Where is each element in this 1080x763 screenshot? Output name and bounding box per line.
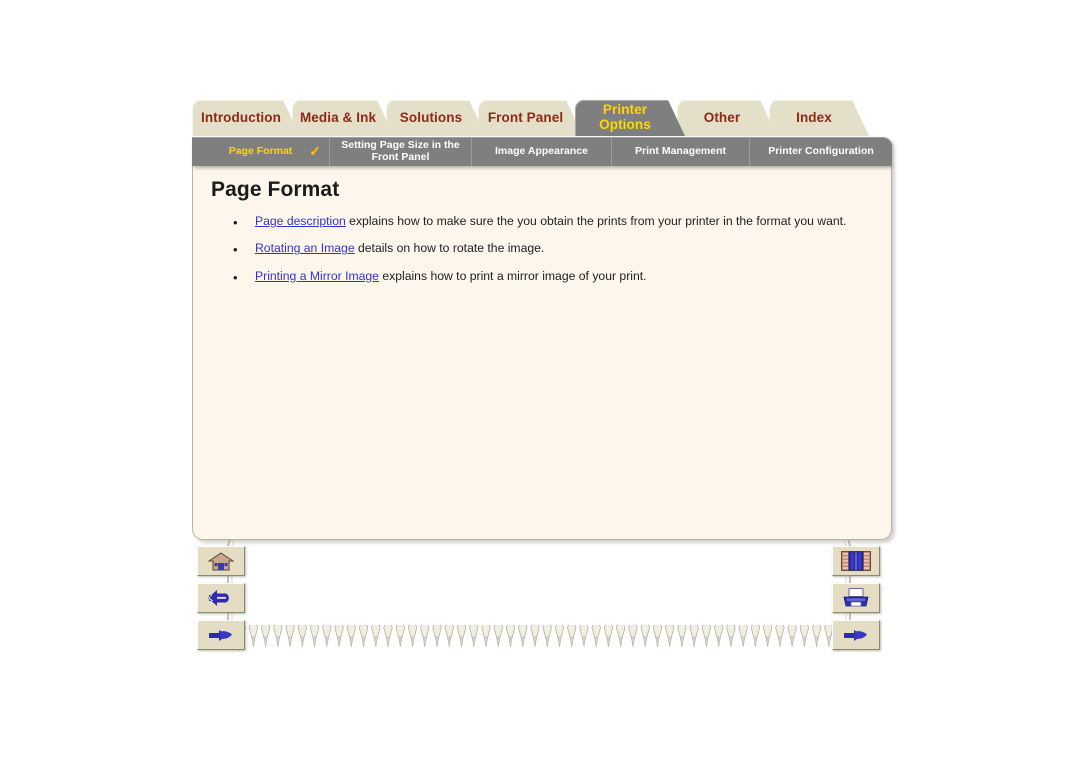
spiral-binding: [236, 625, 834, 648]
tab-solutions[interactable]: Solutions: [386, 100, 486, 136]
bullet-icon: •: [233, 269, 238, 285]
tab-introduction[interactable]: Introduction: [192, 100, 300, 136]
next-button[interactable]: [197, 620, 245, 650]
list-item-text: explains how to make sure the you obtain…: [345, 214, 847, 228]
forward-button[interactable]: [832, 620, 880, 650]
bookshelf-icon: [841, 551, 871, 571]
tab-label: Other: [703, 109, 741, 125]
tab-label: Front Panel: [487, 109, 564, 125]
right-button-column: [832, 546, 880, 657]
subnav-item-printer-configuration[interactable]: Printer Configuration: [750, 138, 892, 166]
list-item-text: explains how to print a mirror image of …: [378, 268, 647, 283]
bullet-icon: •: [233, 242, 238, 258]
subnav-item-page-format[interactable]: Page Format ✓: [192, 138, 330, 166]
tab-label: Introduction: [201, 109, 281, 125]
tab-front-panel[interactable]: Front Panel: [478, 100, 583, 136]
content-page: Page Format • Page description explains …: [192, 165, 892, 540]
pointing-hand-icon: [843, 629, 867, 641]
left-button-column: [197, 546, 245, 657]
page-title: Page Format: [211, 178, 340, 201]
print-button[interactable]: [832, 583, 880, 613]
tab-label: Solutions: [399, 109, 463, 125]
library-button[interactable]: [832, 546, 880, 576]
list-item: • Rotating an Image details on how to ro…: [193, 241, 891, 258]
printer-icon: [843, 588, 869, 607]
primary-tab-bar: Introduction Media & Ink Solutions Front…: [180, 96, 900, 138]
list-item-text: details on how to rotate the image.: [354, 241, 545, 256]
subnav-item-image-appearance[interactable]: Image Appearance: [472, 138, 612, 166]
subnav-item-label: Printer Configuration: [768, 145, 874, 158]
back-arrow-icon: [208, 590, 229, 606]
link-page-description[interactable]: Page description: [255, 214, 346, 228]
subnav-item-label: Image Appearance: [495, 145, 588, 158]
home-icon: [208, 551, 234, 570]
bullet-icon: •: [233, 215, 238, 230]
subnav-item-setting-page-size[interactable]: Setting Page Size in the Front Panel: [330, 138, 472, 166]
tab-label: Printer Options: [599, 102, 651, 132]
help-viewer: Introduction Media & Ink Solutions Front…: [180, 96, 900, 666]
home-button[interactable]: [197, 546, 245, 576]
link-rotating-an-image[interactable]: Rotating an Image: [255, 241, 355, 255]
tab-label: Index: [796, 109, 832, 125]
tab-label: Media & Ink: [299, 109, 377, 125]
link-printing-a-mirror-image[interactable]: Printing a Mirror Image: [255, 269, 379, 283]
pointing-hand-icon: [208, 629, 232, 641]
back-button[interactable]: [197, 583, 245, 613]
sub-navigation-bar: Page Format ✓ Setting Page Size in the F…: [192, 137, 892, 166]
tab-printer-options[interactable]: Printer Options: [575, 100, 685, 136]
tab-media-and-ink[interactable]: Media & Ink: [292, 100, 394, 136]
subnav-item-label: Print Management: [634, 145, 726, 158]
tab-index[interactable]: Index: [769, 100, 869, 136]
list-item: • Printing a Mirror Image explains how t…: [193, 268, 891, 285]
subnav-item-label: Setting Page Size in the Front Panel: [341, 139, 460, 163]
subnav-item-print-management[interactable]: Print Management: [612, 138, 750, 166]
topic-list: • Page description explains how to make …: [193, 214, 891, 285]
tab-other[interactable]: Other: [677, 100, 777, 136]
list-item: • Page description explains how to make …: [193, 214, 891, 230]
subnav-item-label: Page Format: [228, 145, 293, 158]
check-icon: ✓: [309, 142, 321, 159]
